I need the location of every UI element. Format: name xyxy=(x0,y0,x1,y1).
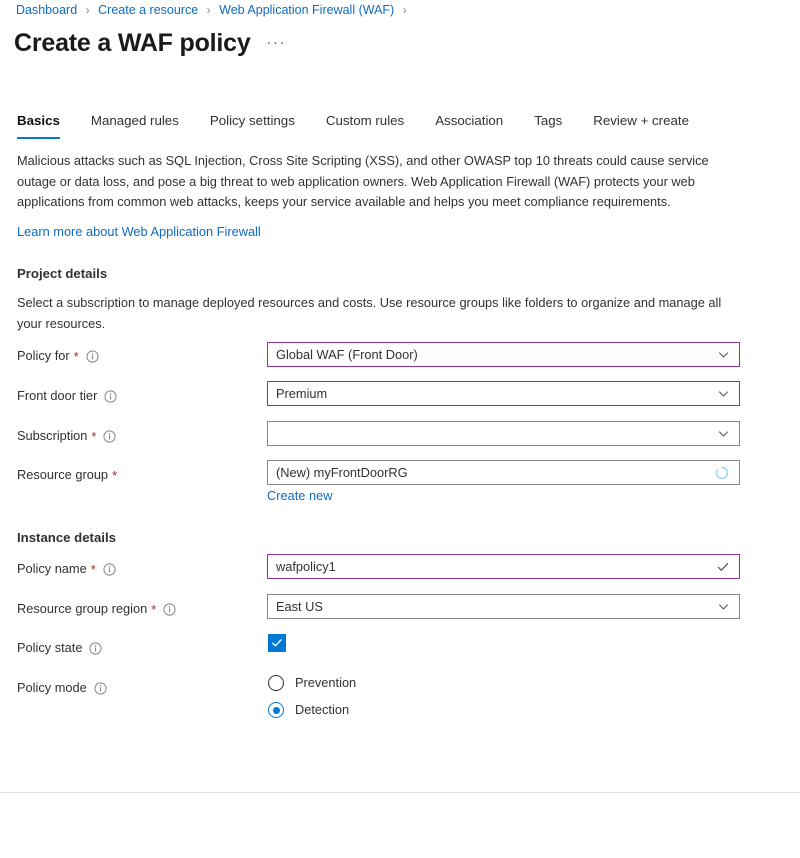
label-policy-state-text: Policy state xyxy=(17,639,82,657)
policy-name-value: wafpolicy1 xyxy=(276,556,716,578)
instance-details-heading: Instance details xyxy=(17,529,116,547)
label-resource-group-region-text: Resource group region xyxy=(17,600,147,618)
create-new-resource-group-link[interactable]: Create new xyxy=(267,487,332,505)
checkmark-icon xyxy=(271,637,283,649)
breadcrumb-chevron-icon: › xyxy=(207,3,211,17)
resource-group-region-dropdown[interactable]: East US xyxy=(267,594,740,619)
info-icon[interactable] xyxy=(163,603,176,616)
breadcrumb-item-create-a-resource[interactable]: Create a resource xyxy=(98,3,198,17)
resource-group-value: (New) myFrontDoorRG xyxy=(276,462,715,484)
breadcrumb-chevron-icon: › xyxy=(86,3,90,17)
policy-for-value: Global WAF (Front Door) xyxy=(276,344,717,366)
info-icon[interactable] xyxy=(104,390,117,403)
resource-group-region-value: East US xyxy=(276,596,717,618)
more-options-icon[interactable]: ··· xyxy=(267,34,287,51)
validation-check-icon xyxy=(716,560,730,574)
tab-managed-rules[interactable]: Managed rules xyxy=(91,110,179,139)
front-door-tier-dropdown[interactable]: Premium xyxy=(267,381,740,406)
info-icon[interactable] xyxy=(103,430,116,443)
loading-spinner-icon xyxy=(715,466,729,480)
label-policy-for-text: Policy for xyxy=(17,347,70,365)
resource-group-combobox[interactable]: (New) myFrontDoorRG xyxy=(267,460,740,485)
info-icon[interactable] xyxy=(103,563,116,576)
title-row: Create a WAF policy ··· xyxy=(14,27,286,59)
policy-mode-detection-label: Detection xyxy=(295,701,349,719)
label-policy-mode: Policy mode xyxy=(17,679,107,697)
label-subscription-text: Subscription xyxy=(17,427,87,445)
page-title: Create a WAF policy xyxy=(14,27,251,59)
label-front-door-tier-text: Front door tier xyxy=(17,387,97,405)
intro-paragraph: Malicious attacks such as SQL Injection,… xyxy=(17,151,714,213)
policy-for-dropdown[interactable]: Global WAF (Front Door) xyxy=(267,342,740,367)
project-details-description: Select a subscription to manage deployed… xyxy=(17,293,727,334)
label-subscription: Subscription * xyxy=(17,427,116,445)
project-details-heading: Project details xyxy=(17,265,107,283)
label-resource-group-text: Resource group xyxy=(17,466,108,484)
policy-state-checkbox[interactable] xyxy=(268,634,286,652)
label-policy-name-text: Policy name xyxy=(17,560,87,578)
tab-basics[interactable]: Basics xyxy=(17,110,60,139)
learn-more-link[interactable]: Learn more about Web Application Firewal… xyxy=(17,223,261,241)
radio-circle-selected-icon xyxy=(268,702,284,718)
policy-name-input[interactable]: wafpolicy1 xyxy=(267,554,740,579)
footer-action-bar: Review + create < Previous Next : Manage… xyxy=(0,793,800,858)
tab-policy-settings[interactable]: Policy settings xyxy=(210,110,295,139)
label-resource-group: Resource group * xyxy=(17,466,117,484)
required-asterisk: * xyxy=(151,604,156,616)
breadcrumb-chevron-icon: › xyxy=(403,3,407,17)
subscription-dropdown[interactable] xyxy=(267,421,740,446)
info-icon[interactable] xyxy=(86,350,99,363)
required-asterisk: * xyxy=(91,564,96,576)
policy-mode-radio-detection[interactable]: Detection xyxy=(268,700,349,720)
front-door-tier-value: Premium xyxy=(276,383,717,405)
chevron-down-icon xyxy=(717,387,730,400)
policy-mode-prevention-label: Prevention xyxy=(295,674,356,692)
info-icon[interactable] xyxy=(94,682,107,695)
info-icon[interactable] xyxy=(89,642,102,655)
label-policy-mode-text: Policy mode xyxy=(17,679,87,697)
policy-mode-radio-prevention[interactable]: Prevention xyxy=(268,673,356,693)
label-policy-for: Policy for * xyxy=(17,347,99,365)
tab-association[interactable]: Association xyxy=(435,110,503,139)
breadcrumb: Dashboard › Create a resource › Web Appl… xyxy=(16,2,412,18)
required-asterisk: * xyxy=(74,351,79,363)
wizard-tabs: Basics Managed rules Policy settings Cus… xyxy=(17,110,689,139)
chevron-down-icon xyxy=(717,427,730,440)
chevron-down-icon xyxy=(717,348,730,361)
label-resource-group-region: Resource group region * xyxy=(17,600,176,618)
radio-circle-icon xyxy=(268,675,284,691)
breadcrumb-item-web-application-firewall[interactable]: Web Application Firewall (WAF) xyxy=(219,3,394,17)
create-waf-policy-page: Dashboard › Create a resource › Web Appl… xyxy=(0,0,800,858)
breadcrumb-item-dashboard[interactable]: Dashboard xyxy=(16,3,77,17)
tab-tags[interactable]: Tags xyxy=(534,110,562,139)
required-asterisk: * xyxy=(91,431,96,443)
label-policy-name: Policy name * xyxy=(17,560,116,578)
label-front-door-tier: Front door tier xyxy=(17,387,117,405)
required-asterisk: * xyxy=(112,470,117,482)
chevron-down-icon xyxy=(717,600,730,613)
tab-review-create[interactable]: Review + create xyxy=(593,110,689,139)
tab-custom-rules[interactable]: Custom rules xyxy=(326,110,404,139)
label-policy-state: Policy state xyxy=(17,639,102,657)
